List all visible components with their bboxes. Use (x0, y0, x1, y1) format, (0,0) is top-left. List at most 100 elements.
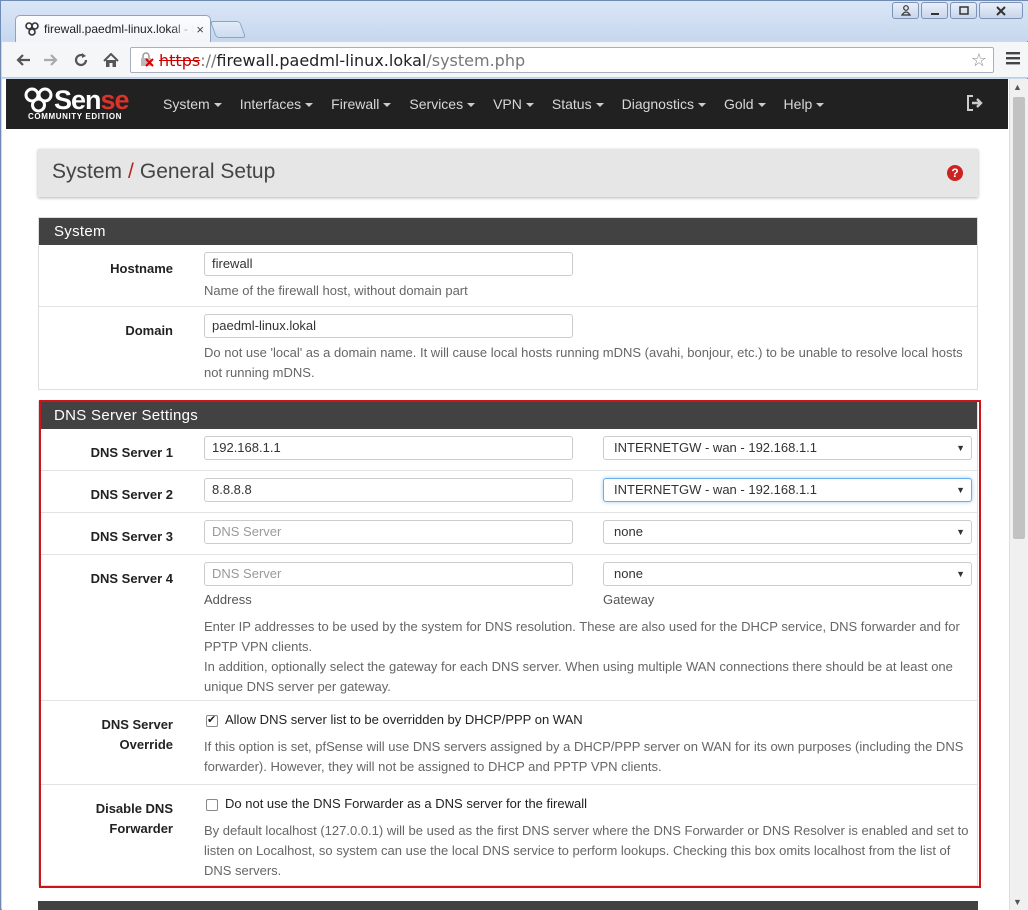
dns-gateway-1-select[interactable]: INTERNETGW - wan - 192.168.1.1 ▼ (603, 436, 972, 460)
menu-services[interactable]: Services (400, 79, 484, 129)
menu-vpn[interactable]: VPN (484, 79, 543, 129)
dns-server-3-input[interactable]: DNS Server (204, 520, 573, 544)
reload-icon[interactable] (70, 50, 92, 70)
menu-system[interactable]: System (154, 79, 231, 129)
logout-icon[interactable] (966, 94, 984, 112)
domain-input[interactable]: paedml-linux.lokal (204, 314, 573, 338)
page-title: System / General Setup (52, 160, 275, 184)
vertical-scrollbar[interactable]: ▲ ▼ (1009, 79, 1028, 910)
disable-forwarder-text[interactable]: Do not use the DNS Forwarder as a DNS se… (225, 796, 587, 811)
caret-down-icon (757, 103, 766, 108)
hostname-row: Hostname firewall Name of the firewall h… (39, 245, 977, 307)
user-icon[interactable] (892, 2, 919, 19)
pfsense-rings-icon (24, 87, 53, 113)
caret-down-icon (467, 103, 476, 108)
dns-server-1-row: DNS Server 1 192.168.1.1 INTERNETGW - wa… (39, 429, 977, 471)
browser-window: firewall.paedml-linux.lokal - S × https … (0, 0, 1028, 910)
dns-override-text[interactable]: Allow DNS server list to be overridden b… (225, 712, 583, 727)
menu-firewall[interactable]: Firewall (322, 79, 400, 129)
logo-subtitle: COMMUNITY EDITION (28, 112, 123, 121)
select-arrow-icon: ▼ (956, 443, 965, 453)
select-arrow-icon: ▼ (956, 527, 965, 537)
title-bar: firewall.paedml-linux.lokal - S × (1, 1, 1028, 42)
url-path: /system.php (426, 50, 526, 70)
gateway-sublabel: Gateway (603, 592, 655, 607)
caret-down-icon (213, 103, 222, 108)
scroll-up-icon[interactable]: ▲ (1013, 82, 1022, 92)
menu-gold[interactable]: Gold (715, 79, 775, 129)
dns-gateway-4-select[interactable]: none ▼ (603, 562, 972, 586)
scroll-down-icon[interactable]: ▼ (1013, 897, 1022, 907)
minimize-icon[interactable] (921, 2, 948, 19)
dns-gateway-2-select[interactable]: INTERNETGW - wan - 192.168.1.1 ▼ (603, 478, 972, 502)
browser-menu-icon[interactable] (1006, 49, 1020, 70)
address-bar[interactable]: https://firewall.paedml-linux.lokal/syst… (130, 47, 994, 73)
hostname-input[interactable]: firewall (204, 252, 573, 276)
breadcrumb-separator: / (128, 160, 134, 183)
disable-forwarder-help: By default localhost (127.0.0.1) will be… (204, 823, 969, 878)
browser-tab[interactable]: firewall.paedml-linux.lokal - S × (15, 15, 211, 42)
address-sublabel: Address (204, 592, 252, 607)
hostname-label: Hostname (110, 261, 173, 276)
domain-help: Do not use 'local' as a domain name. It … (204, 345, 963, 380)
window-controls (892, 2, 1023, 19)
dns-help-2: In addition, optionally select the gatew… (204, 659, 953, 694)
menu-diagnostics[interactable]: Diagnostics (613, 79, 715, 129)
dns-server-4-row: DNS Server 4 DNS Server none ▼ Address Ga… (39, 555, 977, 701)
dns-override-row: DNS ServerOverride Allow DNS server list… (39, 701, 977, 785)
caret-down-icon (595, 103, 604, 108)
scroll-thumb[interactable] (1013, 97, 1025, 539)
caret-down-icon (383, 103, 392, 108)
caret-down-icon (816, 103, 825, 108)
dns-override-checkbox[interactable] (206, 713, 218, 727)
menu-help[interactable]: Help (775, 79, 834, 129)
pfsense-navbar: Sense COMMUNITY EDITION System Interface… (6, 79, 1008, 129)
pfsense-logo[interactable]: Sense COMMUNITY EDITION (24, 85, 146, 123)
menu-status[interactable]: Status (543, 79, 613, 129)
dns-server-1-label: DNS Server 1 (90, 445, 173, 460)
forward-arrow-icon[interactable] (40, 50, 62, 70)
dns-help-1: Enter IP addresses to be used by the sys… (204, 619, 960, 654)
caret-down-icon (305, 103, 314, 108)
dns-server-2-input[interactable]: 8.8.8.8 (204, 478, 573, 502)
dns-server-2-row: DNS Server 2 8.8.8.8 INTERNETGW - wan - … (39, 471, 977, 513)
url-scheme: https (159, 50, 201, 70)
breadcrumb-page: General Setup (139, 160, 276, 183)
bookmark-star-icon[interactable]: ☆ (971, 50, 987, 71)
dns-panel: DNS Server Settings DNS Server 1 192.168… (38, 401, 978, 886)
main-menu: System Interfaces Firewall Services VPN … (154, 79, 833, 129)
insecure-lock-icon (141, 52, 154, 67)
select-arrow-icon: ▼ (956, 485, 965, 495)
dns-override-label: DNS Server Override (101, 717, 173, 752)
next-panel-heading (38, 901, 978, 910)
dns-override-help: If this option is set, pfSense will use … (204, 739, 964, 774)
close-tab-icon[interactable]: × (196, 22, 204, 37)
dns-server-4-label: DNS Server 4 (90, 571, 173, 586)
panel-heading-dns: DNS Server Settings (39, 402, 977, 429)
dns-server-2-label: DNS Server 2 (90, 487, 173, 502)
system-panel: System Hostname firewall Name of the fir… (38, 217, 978, 390)
menu-interfaces[interactable]: Interfaces (231, 79, 322, 129)
domain-label: Domain (125, 323, 173, 338)
caret-down-icon (697, 103, 706, 108)
new-tab-button[interactable] (209, 21, 247, 38)
dns-server-4-input[interactable]: DNS Server (204, 562, 573, 586)
dns-server-1-input[interactable]: 192.168.1.1 (204, 436, 573, 460)
back-arrow-icon[interactable] (12, 50, 34, 70)
dns-server-3-label: DNS Server 3 (90, 529, 173, 544)
url-separator: :// (200, 50, 217, 70)
help-icon[interactable]: ? (947, 165, 963, 181)
hostname-help: Name of the firewall host, without domai… (204, 283, 468, 298)
url-host: firewall.paedml-linux.lokal (216, 50, 427, 70)
browser-toolbar: https://firewall.paedml-linux.lokal/syst… (2, 42, 1028, 78)
dns-gateway-3-select[interactable]: none ▼ (603, 520, 972, 544)
close-window-icon[interactable] (979, 2, 1023, 19)
disable-forwarder-row: Disable DNS Forwarder Do not use the DNS … (39, 785, 977, 885)
panel-heading-system: System (39, 218, 977, 245)
breadcrumb-system[interactable]: System (52, 160, 122, 183)
tab-title: firewall.paedml-linux.lokal - S (44, 22, 194, 36)
maximize-icon[interactable] (950, 2, 977, 19)
home-icon[interactable] (100, 50, 122, 70)
disable-forwarder-checkbox[interactable] (206, 799, 218, 811)
caret-down-icon (525, 103, 534, 108)
